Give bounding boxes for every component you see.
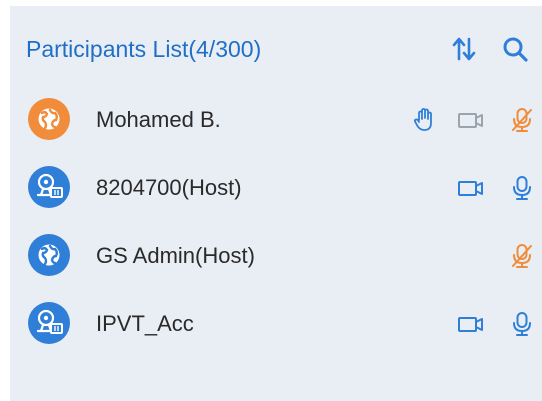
panel-header: Participants List(4/300) <box>26 32 534 66</box>
camera-on-icon[interactable] <box>457 311 485 337</box>
participants-panel: Participants List(4/300) Mohamed B. 8204… <box>10 6 542 401</box>
participant-name: GS Admin(Host) <box>96 243 255 268</box>
participant-name: IPVT_Acc <box>96 311 194 336</box>
participant-row[interactable]: GS Admin(Host) <box>10 222 542 290</box>
video-device-icon <box>28 302 70 344</box>
participant-row[interactable]: IPVT_Acc <box>10 290 542 358</box>
mic-on-icon[interactable] <box>508 311 536 337</box>
panel-title: Participants List(4/300) <box>26 36 262 62</box>
sort-icon[interactable] <box>450 35 478 63</box>
raised-hand-icon[interactable] <box>411 107 439 133</box>
participant-row[interactable]: 8204700(Host) <box>10 154 542 222</box>
participant-name: 8204700(Host) <box>96 175 242 200</box>
participant-row[interactable]: Mohamed B. <box>10 86 542 154</box>
mic-muted-icon[interactable] <box>508 243 536 269</box>
camera-off-icon[interactable] <box>457 107 485 133</box>
web-globe-icon <box>28 234 70 276</box>
camera-on-icon[interactable] <box>457 175 485 201</box>
mic-muted-icon[interactable] <box>508 107 536 133</box>
video-device-icon <box>28 166 70 208</box>
mic-on-icon[interactable] <box>508 175 536 201</box>
web-globe-icon <box>28 98 70 140</box>
participant-name: Mohamed B. <box>96 107 221 132</box>
search-icon[interactable] <box>501 35 529 63</box>
